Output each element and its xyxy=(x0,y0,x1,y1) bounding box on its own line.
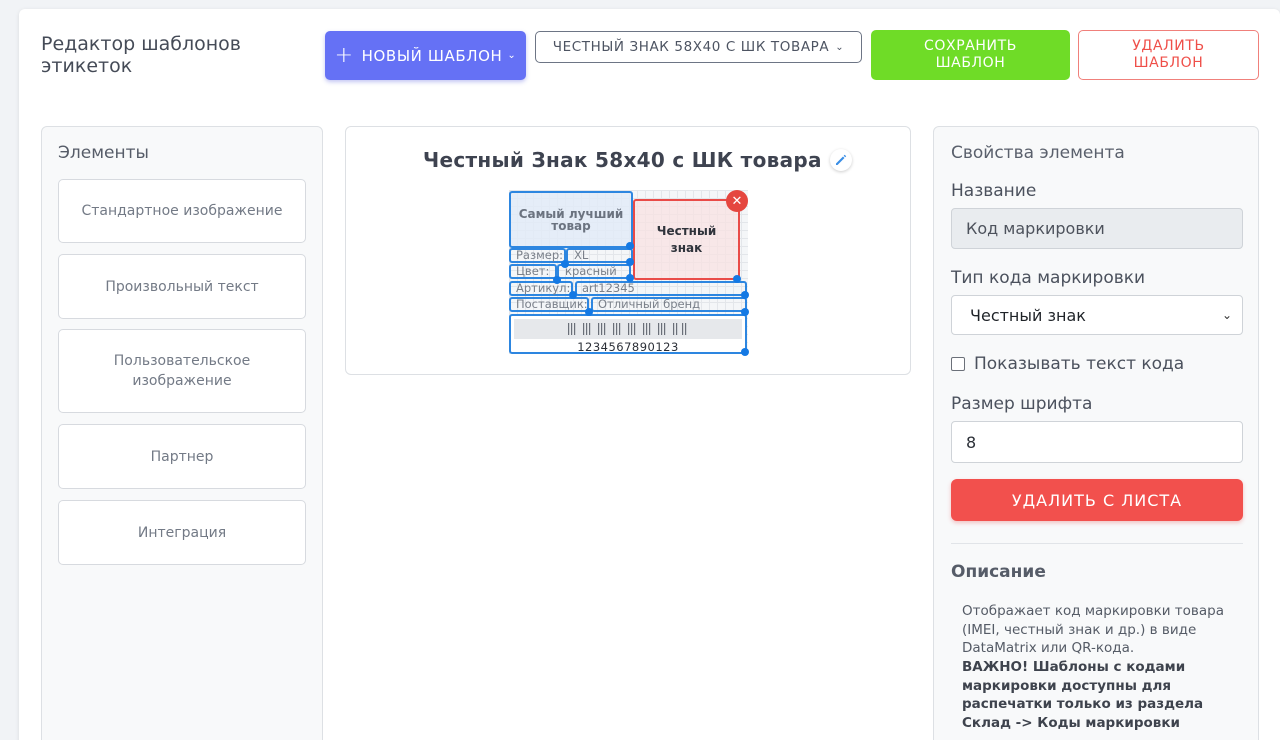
code-type-value: Честный знак xyxy=(970,305,1086,325)
element-partner[interactable]: Партнер xyxy=(58,424,306,489)
resize-handle[interactable] xyxy=(741,291,749,299)
new-template-label: НОВЫЙ ШАБЛОН xyxy=(361,46,503,65)
resize-handle[interactable] xyxy=(741,308,749,316)
element-standard-image[interactable]: Стандартное изображение xyxy=(58,179,306,243)
chevron-down-icon: ⌄ xyxy=(1221,308,1232,322)
code-type-label: Тип кода маркировки xyxy=(951,268,1146,288)
properties-panel: Свойства элемента Название Код маркировк… xyxy=(933,126,1259,740)
show-code-text-checkbox[interactable] xyxy=(951,357,965,371)
chevron-down-icon: ⌄ xyxy=(835,41,845,53)
elements-panel: Элементы Стандартное изображение Произво… xyxy=(41,126,323,740)
marking-code-element[interactable]: Честный знак xyxy=(633,199,740,280)
color-label-element[interactable]: Цвет: xyxy=(509,264,557,279)
properties-panel-title: Свойства элемента xyxy=(951,143,1125,163)
resize-handle[interactable] xyxy=(733,275,741,283)
label-canvas[interactable]: Самый лучший товар Честный знак ✕ Размер… xyxy=(509,190,749,356)
resize-handle[interactable] xyxy=(741,348,749,356)
pencil-icon[interactable] xyxy=(829,149,852,171)
template-select[interactable]: ЧЕСТНЫЙ ЗНАК 58Х40 С ШК ТОВАРА ⌄ xyxy=(535,31,862,63)
resize-handle[interactable] xyxy=(626,258,634,266)
template-select-value: ЧЕСТНЫЙ ЗНАК 58Х40 С ШК ТОВАРА xyxy=(552,39,830,55)
description-warning: ВАЖНО! Шаблоны с кодами маркировки досту… xyxy=(962,659,1204,731)
name-field[interactable]: Код маркировки xyxy=(951,208,1243,249)
size-value-element[interactable]: XL xyxy=(566,248,633,263)
code-type-select[interactable]: Честный знак ⌄ xyxy=(951,295,1243,335)
supplier-value-element[interactable]: Отличный бренд xyxy=(591,297,747,312)
name-label: Название xyxy=(951,181,1037,201)
resize-handle[interactable] xyxy=(585,308,593,316)
element-custom-text[interactable]: Произвольный текст xyxy=(58,254,306,319)
chevron-down-icon: ⌄ xyxy=(507,50,517,61)
barcode-element[interactable]: 1234567890123 xyxy=(509,314,747,354)
divider xyxy=(951,543,1243,544)
article-label-element[interactable]: Артикул: xyxy=(509,281,573,296)
description-title: Описание xyxy=(951,562,1046,582)
article-value-element[interactable]: art12345 xyxy=(575,281,747,296)
new-template-button[interactable]: + НОВЫЙ ШАБЛОН ⌄ xyxy=(325,31,526,80)
element-integration[interactable]: Интеграция xyxy=(58,500,306,565)
elements-panel-title: Элементы xyxy=(58,143,149,163)
plus-icon: + xyxy=(334,42,354,68)
template-title: Честный Знак 58х40 с ШК товара xyxy=(423,148,822,172)
element-user-image[interactable]: Пользовательское изображение xyxy=(58,329,306,413)
barcode-bars xyxy=(514,319,742,339)
resize-handle[interactable] xyxy=(626,274,634,282)
size-label-element[interactable]: Размер: xyxy=(509,248,566,263)
page-title: Редактор шаблонов этикеток xyxy=(41,33,241,77)
resize-handle[interactable] xyxy=(553,276,561,284)
font-size-input[interactable]: 8 xyxy=(951,421,1243,463)
close-icon[interactable]: ✕ xyxy=(726,190,748,212)
remove-from-sheet-button[interactable]: УДАЛИТЬ С ЛИСТА xyxy=(951,479,1243,521)
show-code-text-row[interactable]: Показывать текст кода xyxy=(951,354,1184,374)
resize-handle[interactable] xyxy=(561,260,569,268)
supplier-label-element[interactable]: Поставщик: xyxy=(509,297,589,312)
product-name-element[interactable]: Самый лучший товар xyxy=(509,191,633,248)
template-title-row: Честный Знак 58х40 с ШК товара xyxy=(423,148,852,172)
barcode-number: 1234567890123 xyxy=(577,340,679,354)
save-template-button[interactable]: СОХРАНИТЬ ШАБЛОН xyxy=(871,30,1070,80)
resize-handle[interactable] xyxy=(626,242,634,250)
description-text: Отображает код маркировки товара (IMEI, … xyxy=(962,603,1225,656)
resize-handle[interactable] xyxy=(569,291,577,299)
font-size-label: Размер шрифта xyxy=(951,394,1093,414)
show-code-text-label: Показывать текст кода xyxy=(974,354,1185,374)
barcode-icon xyxy=(568,323,687,335)
delete-template-button[interactable]: УДАЛИТЬ ШАБЛОН xyxy=(1078,30,1259,80)
